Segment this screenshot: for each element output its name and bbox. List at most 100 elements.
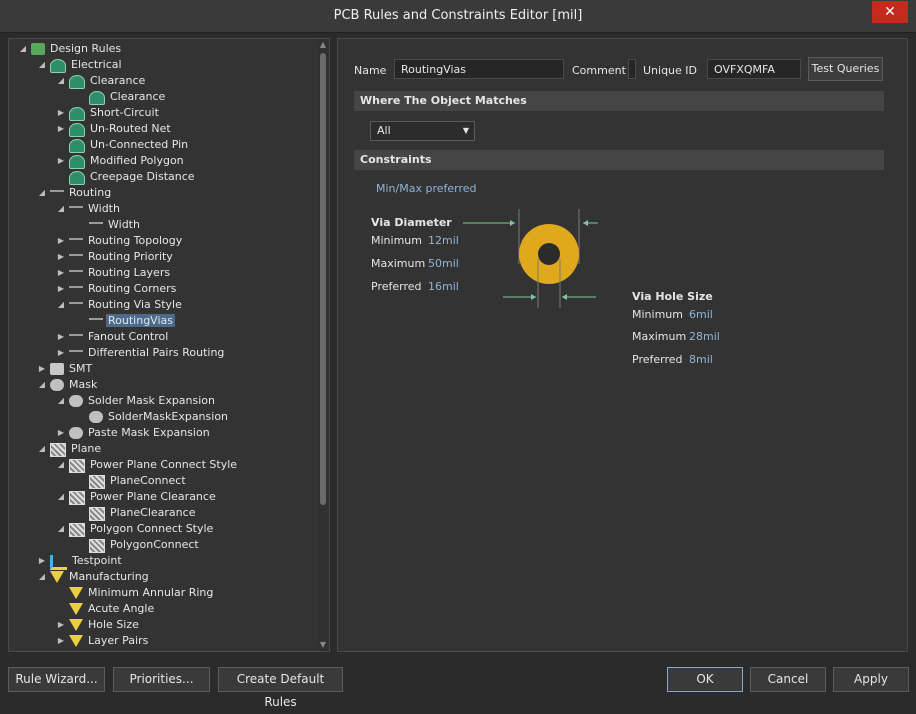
- match-scope-dropdown[interactable]: All ▼: [370, 121, 475, 141]
- expand-arrow-icon[interactable]: ▶: [36, 361, 48, 377]
- tree-item-label: Routing: [69, 186, 112, 199]
- collapse-arrow-icon[interactable]: ◢: [55, 201, 67, 217]
- unique-id-field[interactable]: OVFXQMFA: [707, 59, 801, 79]
- expand-arrow-icon[interactable]: ▶: [55, 153, 67, 169]
- tree-scrollbar[interactable]: ▲ ▼: [317, 39, 329, 651]
- via-diameter-min-value[interactable]: 12mil: [428, 234, 459, 247]
- tree-item-minimum-annular-ring[interactable]: Minimum Annular Ring: [55, 585, 215, 601]
- tree-item-acute-angle[interactable]: Acute Angle: [55, 601, 156, 617]
- tree-item-polygonconnect[interactable]: PolygonConnect: [75, 537, 201, 553]
- expand-arrow-icon[interactable]: ▶: [55, 617, 67, 633]
- tree-item-solder-mask-expansion[interactable]: ◢ Solder Mask Expansion: [55, 393, 217, 409]
- tree-item-short-circuit[interactable]: ▶ Short-Circuit: [55, 105, 161, 121]
- tree-item-modified-polygon[interactable]: ▶ Modified Polygon: [55, 153, 186, 169]
- tree-item-smt[interactable]: ▶ SMT: [36, 361, 94, 377]
- tree-item-routing[interactable]: ◢ Routing: [36, 185, 113, 201]
- expand-arrow-icon[interactable]: ▶: [36, 553, 48, 569]
- tree-item-testpoint[interactable]: ▶ Testpoint: [36, 553, 124, 570]
- tree-item-routingvias[interactable]: RoutingVias: [75, 313, 175, 329]
- comment-field[interactable]: [628, 59, 636, 79]
- tree-item-routing-corners[interactable]: ▶ Routing Corners: [55, 281, 178, 297]
- expand-arrow-icon[interactable]: ▶: [55, 345, 67, 361]
- collapse-arrow-icon[interactable]: ◢: [36, 57, 48, 73]
- tree-item-clearance[interactable]: ◢ Clearance: [55, 73, 147, 89]
- tree-item-mask[interactable]: ◢ Mask: [36, 377, 99, 393]
- scroll-down-arrow-icon[interactable]: ▼: [317, 639, 329, 651]
- tree-item-planeclearance[interactable]: PlaneClearance: [75, 505, 197, 521]
- close-button[interactable]: ✕: [872, 1, 908, 23]
- tree-item-plane[interactable]: ◢ Plane: [36, 441, 103, 457]
- collapse-arrow-icon[interactable]: ◢: [36, 569, 48, 585]
- apply-button[interactable]: Apply: [833, 667, 909, 692]
- elec-rule-icon: [69, 107, 85, 121]
- collapse-arrow-icon[interactable]: ◢: [55, 489, 67, 505]
- expand-arrow-icon[interactable]: ▶: [55, 121, 67, 137]
- route-rule-icon: [69, 302, 83, 310]
- tree-item-routing-via-style[interactable]: ◢ Routing Via Style: [55, 297, 184, 313]
- tree-item-soldermaskexpansion[interactable]: SolderMaskExpansion: [75, 409, 230, 425]
- collapse-arrow-icon[interactable]: ◢: [36, 441, 48, 457]
- mask-rule-icon: [50, 379, 64, 391]
- expand-arrow-icon[interactable]: ▶: [55, 281, 67, 297]
- via-hole-min-value[interactable]: 6mil: [689, 308, 713, 321]
- via-hole-pref-value[interactable]: 8mil: [689, 353, 713, 366]
- tree-item-hole-size[interactable]: ▶ Hole Size: [55, 617, 141, 633]
- collapse-arrow-icon[interactable]: ◢: [55, 457, 67, 473]
- test-queries-button[interactable]: Test Queries: [808, 57, 883, 81]
- tree-item-paste-mask-expansion[interactable]: ▶ Paste Mask Expansion: [55, 425, 212, 441]
- tree-item-routing-priority[interactable]: ▶ Routing Priority: [55, 249, 175, 265]
- route-rule-icon: [89, 318, 103, 326]
- tree-item-power-plane-connect-style[interactable]: ◢ Power Plane Connect Style: [55, 457, 239, 473]
- tree-item-manufacturing[interactable]: ◢ Manufacturing: [36, 569, 151, 585]
- tree-item-fanout-control[interactable]: ▶ Fanout Control: [55, 329, 170, 345]
- ok-button[interactable]: OK: [667, 667, 743, 692]
- cancel-button[interactable]: Cancel: [750, 667, 826, 692]
- scroll-thumb[interactable]: [320, 53, 326, 505]
- tree-item-power-plane-clearance[interactable]: ◢ Power Plane Clearance: [55, 489, 218, 505]
- tree-item-width[interactable]: ◢ Width: [55, 201, 122, 217]
- tree-item-electrical[interactable]: ◢ Electrical: [36, 57, 124, 73]
- collapse-arrow-icon[interactable]: ◢: [17, 41, 29, 57]
- tree-item-routing-topology[interactable]: ▶ Routing Topology: [55, 233, 184, 249]
- scroll-up-arrow-icon[interactable]: ▲: [317, 39, 329, 51]
- expand-arrow-icon[interactable]: ▶: [55, 329, 67, 345]
- tree-item-label: Manufacturing: [69, 570, 149, 583]
- collapse-arrow-icon[interactable]: ◢: [36, 185, 48, 201]
- expand-arrow-icon[interactable]: ▶: [55, 233, 67, 249]
- name-field[interactable]: RoutingVias: [394, 59, 564, 79]
- tree-item-differential-pairs-routing[interactable]: ▶ Differential Pairs Routing: [55, 345, 226, 361]
- tree-item-clearance[interactable]: Clearance: [75, 89, 167, 105]
- collapse-arrow-icon[interactable]: ◢: [36, 377, 48, 393]
- tree-item-label: RoutingVias: [106, 314, 175, 327]
- mask-rule-icon: [69, 427, 83, 439]
- tree-item-polygon-connect-style[interactable]: ◢ Polygon Connect Style: [55, 521, 215, 537]
- collapse-arrow-icon[interactable]: ◢: [55, 297, 67, 313]
- via-diameter-pref-value[interactable]: 16mil: [428, 280, 459, 293]
- tree-item-label: Creepage Distance: [90, 170, 195, 183]
- expand-arrow-icon[interactable]: ▶: [55, 105, 67, 121]
- collapse-arrow-icon[interactable]: ◢: [55, 521, 67, 537]
- tree-item-routing-layers[interactable]: ▶ Routing Layers: [55, 265, 172, 281]
- expand-arrow-icon[interactable]: ▶: [55, 425, 67, 441]
- tree-item-un-connected-pin[interactable]: Un-Connected Pin: [55, 137, 190, 153]
- mfg-rule-icon: [69, 603, 83, 615]
- tree-item-width[interactable]: Width: [75, 217, 142, 233]
- via-diameter-title: Via Diameter: [371, 216, 452, 229]
- priorities-button[interactable]: Priorities...: [113, 667, 210, 692]
- create-default-rules-button[interactable]: Create Default Rules: [218, 667, 343, 709]
- tree-item-design-rules[interactable]: ◢ Design Rules: [17, 41, 123, 57]
- collapse-arrow-icon[interactable]: ◢: [55, 393, 67, 409]
- expand-arrow-icon[interactable]: ▶: [55, 265, 67, 281]
- tree-item-planeconnect[interactable]: PlaneConnect: [75, 473, 188, 489]
- expand-arrow-icon[interactable]: ▶: [55, 249, 67, 265]
- constraint-mode-link[interactable]: Min/Max preferred: [376, 182, 477, 195]
- rule-wizard-button[interactable]: Rule Wizard...: [8, 667, 105, 692]
- via-diameter-max-value[interactable]: 50mil: [428, 257, 459, 270]
- rules-tree[interactable]: ◢ Design Rules ◢ Electrical ◢ Clearance Cleara…: [8, 38, 330, 652]
- expand-arrow-icon[interactable]: ▶: [55, 633, 67, 649]
- tree-item-un-routed-net[interactable]: ▶ Un-Routed Net: [55, 121, 173, 137]
- collapse-arrow-icon[interactable]: ◢: [55, 73, 67, 89]
- via-hole-max-value[interactable]: 28mil: [689, 330, 720, 343]
- tree-item-layer-pairs[interactable]: ▶ Layer Pairs: [55, 633, 150, 649]
- tree-item-creepage-distance[interactable]: Creepage Distance: [55, 169, 197, 185]
